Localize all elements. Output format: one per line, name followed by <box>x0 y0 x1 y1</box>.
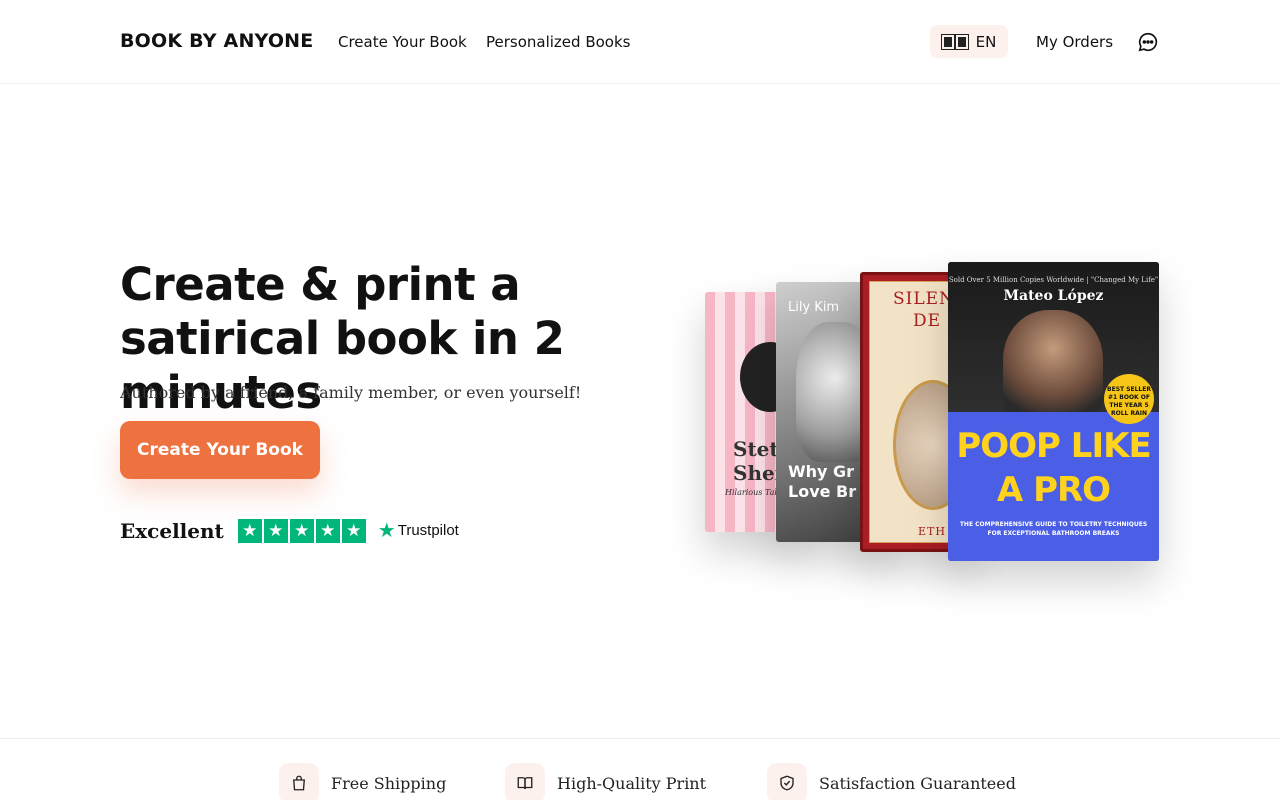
language-label: EN <box>975 32 997 51</box>
book-covers-showcase: Stetl Shen Hilarious Tale Lily Kim Why G… <box>690 250 1190 610</box>
trustpilot-logo: ★ Trustpilot <box>378 518 459 543</box>
book-title-line1: SILEN <box>893 289 955 309</box>
book-tagline: Sold Over 5 Million Copies Worldwide | "… <box>948 276 1159 284</box>
rating-stars: ★ ★ ★ ★ ★ <box>237 518 366 543</box>
chat-icon[interactable] <box>1137 31 1159 53</box>
rating-word: Excellent <box>120 518 224 543</box>
star-icon: ★ <box>237 518 262 543</box>
feature-label: High-Quality Print <box>557 773 707 793</box>
my-orders-link[interactable]: My Orders <box>1036 33 1113 51</box>
star-icon: ★ <box>315 518 340 543</box>
book-author: ETH <box>918 525 946 538</box>
book-title: POOP LIKE A PRO <box>956 426 1151 510</box>
book-title-line2: DE <box>913 311 942 331</box>
feature-label: Satisfaction Guaranteed <box>819 773 1016 793</box>
bestseller-badge: BEST SELLER #1 BOOK OF THE YEAR 5 ROLL R… <box>1104 374 1154 424</box>
create-your-book-button[interactable]: Create Your Book <box>120 421 320 479</box>
book-author: Mateo López <box>1003 288 1104 304</box>
book-subtitle: THE COMPREHENSIVE GUIDE TO TOILETRY TECH… <box>959 521 1148 537</box>
shopping-bag-icon <box>279 763 319 800</box>
nav-personalized-books[interactable]: Personalized Books <box>486 33 630 51</box>
site-header: BOOK BY ANYONE Create Your Book Personal… <box>0 0 1280 84</box>
feature-high-quality-print: High-Quality Print <box>505 763 706 800</box>
book-author: Lily Kim <box>788 300 840 315</box>
trustpilot-rating[interactable]: Excellent ★ ★ ★ ★ ★ ★ Trustpilot <box>120 518 459 543</box>
book-cover-4: Sold Over 5 Million Copies Worldwide | "… <box>948 262 1159 561</box>
shield-check-icon <box>767 763 807 800</box>
feature-free-shipping: Free Shipping <box>279 763 446 800</box>
star-icon: ★ <box>289 518 314 543</box>
feature-satisfaction-guaranteed: Satisfaction Guaranteed <box>767 763 1016 800</box>
feature-label: Free Shipping <box>331 773 447 793</box>
star-icon: ★ <box>263 518 288 543</box>
trustpilot-label: Trustpilot <box>397 522 459 539</box>
trustpilot-star-icon: ★ <box>377 520 396 542</box>
star-icon: ★ <box>341 518 366 543</box>
site-logo[interactable]: BOOK BY ANYONE <box>120 30 313 52</box>
hero-subtitle: Authored by a friend, a family member, o… <box>120 383 582 402</box>
cover-photo <box>1003 310 1103 420</box>
book-subtitle: Hilarious Tale <box>725 488 782 497</box>
nav-create-your-book[interactable]: Create Your Book <box>338 33 467 51</box>
language-selector[interactable]: EN <box>930 25 1008 58</box>
features-bar: Free Shipping High-Quality Print Satisfa… <box>0 738 1280 800</box>
flag-icon <box>940 33 969 50</box>
book-open-icon <box>505 763 545 800</box>
